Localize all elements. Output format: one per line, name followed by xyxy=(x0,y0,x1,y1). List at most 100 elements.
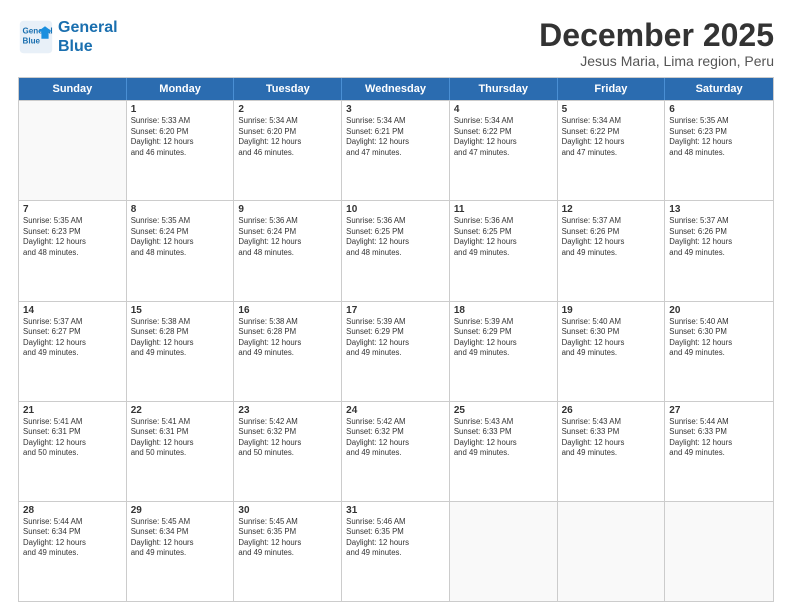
day-info: Sunrise: 5:33 AM Sunset: 6:20 PM Dayligh… xyxy=(131,116,230,158)
day-cell-8: 8Sunrise: 5:35 AM Sunset: 6:24 PM Daylig… xyxy=(127,201,235,300)
logo: General Blue General Blue xyxy=(18,18,118,56)
calendar-row-5: 28Sunrise: 5:44 AM Sunset: 6:34 PM Dayli… xyxy=(19,501,773,601)
day-number: 29 xyxy=(131,505,230,516)
calendar-row-1: 1Sunrise: 5:33 AM Sunset: 6:20 PM Daylig… xyxy=(19,100,773,200)
day-number: 2 xyxy=(238,104,337,115)
day-cell-21: 21Sunrise: 5:41 AM Sunset: 6:31 PM Dayli… xyxy=(19,402,127,501)
calendar-body: 1Sunrise: 5:33 AM Sunset: 6:20 PM Daylig… xyxy=(19,100,773,601)
day-cell-9: 9Sunrise: 5:36 AM Sunset: 6:24 PM Daylig… xyxy=(234,201,342,300)
day-cell-empty xyxy=(450,502,558,601)
day-number: 18 xyxy=(454,305,553,316)
calendar-row-3: 14Sunrise: 5:37 AM Sunset: 6:27 PM Dayli… xyxy=(19,301,773,401)
day-cell-13: 13Sunrise: 5:37 AM Sunset: 6:26 PM Dayli… xyxy=(665,201,773,300)
header-day-friday: Friday xyxy=(558,78,666,100)
day-info: Sunrise: 5:44 AM Sunset: 6:33 PM Dayligh… xyxy=(669,417,769,459)
day-cell-23: 23Sunrise: 5:42 AM Sunset: 6:32 PM Dayli… xyxy=(234,402,342,501)
day-cell-28: 28Sunrise: 5:44 AM Sunset: 6:34 PM Dayli… xyxy=(19,502,127,601)
day-cell-27: 27Sunrise: 5:44 AM Sunset: 6:33 PM Dayli… xyxy=(665,402,773,501)
day-number: 7 xyxy=(23,204,122,215)
day-cell-15: 15Sunrise: 5:38 AM Sunset: 6:28 PM Dayli… xyxy=(127,302,235,401)
location-subtitle: Jesus Maria, Lima region, Peru xyxy=(539,53,774,69)
day-cell-31: 31Sunrise: 5:46 AM Sunset: 6:35 PM Dayli… xyxy=(342,502,450,601)
header-day-wednesday: Wednesday xyxy=(342,78,450,100)
day-info: Sunrise: 5:35 AM Sunset: 6:23 PM Dayligh… xyxy=(23,216,122,258)
day-info: Sunrise: 5:37 AM Sunset: 6:26 PM Dayligh… xyxy=(562,216,661,258)
day-cell-4: 4Sunrise: 5:34 AM Sunset: 6:22 PM Daylig… xyxy=(450,101,558,200)
day-cell-17: 17Sunrise: 5:39 AM Sunset: 6:29 PM Dayli… xyxy=(342,302,450,401)
day-info: Sunrise: 5:42 AM Sunset: 6:32 PM Dayligh… xyxy=(238,417,337,459)
logo-text: General Blue xyxy=(58,18,118,56)
header-day-monday: Monday xyxy=(127,78,235,100)
page: General Blue General Blue December 2025 … xyxy=(0,0,792,612)
day-info: Sunrise: 5:38 AM Sunset: 6:28 PM Dayligh… xyxy=(131,317,230,359)
day-info: Sunrise: 5:34 AM Sunset: 6:21 PM Dayligh… xyxy=(346,116,445,158)
day-cell-19: 19Sunrise: 5:40 AM Sunset: 6:30 PM Dayli… xyxy=(558,302,666,401)
day-info: Sunrise: 5:45 AM Sunset: 6:34 PM Dayligh… xyxy=(131,517,230,559)
day-cell-18: 18Sunrise: 5:39 AM Sunset: 6:29 PM Dayli… xyxy=(450,302,558,401)
day-cell-16: 16Sunrise: 5:38 AM Sunset: 6:28 PM Dayli… xyxy=(234,302,342,401)
day-number: 19 xyxy=(562,305,661,316)
day-number: 1 xyxy=(131,104,230,115)
day-cell-14: 14Sunrise: 5:37 AM Sunset: 6:27 PM Dayli… xyxy=(19,302,127,401)
day-cell-30: 30Sunrise: 5:45 AM Sunset: 6:35 PM Dayli… xyxy=(234,502,342,601)
day-number: 12 xyxy=(562,204,661,215)
day-cell-25: 25Sunrise: 5:43 AM Sunset: 6:33 PM Dayli… xyxy=(450,402,558,501)
day-number: 11 xyxy=(454,204,553,215)
day-info: Sunrise: 5:41 AM Sunset: 6:31 PM Dayligh… xyxy=(131,417,230,459)
day-info: Sunrise: 5:41 AM Sunset: 6:31 PM Dayligh… xyxy=(23,417,122,459)
day-number: 23 xyxy=(238,405,337,416)
day-cell-2: 2Sunrise: 5:34 AM Sunset: 6:20 PM Daylig… xyxy=(234,101,342,200)
day-info: Sunrise: 5:36 AM Sunset: 6:24 PM Dayligh… xyxy=(238,216,337,258)
day-cell-11: 11Sunrise: 5:36 AM Sunset: 6:25 PM Dayli… xyxy=(450,201,558,300)
day-info: Sunrise: 5:36 AM Sunset: 6:25 PM Dayligh… xyxy=(346,216,445,258)
day-cell-empty xyxy=(558,502,666,601)
day-cell-empty xyxy=(19,101,127,200)
title-block: December 2025 Jesus Maria, Lima region, … xyxy=(539,18,774,69)
day-number: 28 xyxy=(23,505,122,516)
header-day-saturday: Saturday xyxy=(665,78,773,100)
day-info: Sunrise: 5:45 AM Sunset: 6:35 PM Dayligh… xyxy=(238,517,337,559)
day-cell-29: 29Sunrise: 5:45 AM Sunset: 6:34 PM Dayli… xyxy=(127,502,235,601)
day-info: Sunrise: 5:34 AM Sunset: 6:22 PM Dayligh… xyxy=(562,116,661,158)
day-number: 17 xyxy=(346,305,445,316)
day-number: 3 xyxy=(346,104,445,115)
day-info: Sunrise: 5:46 AM Sunset: 6:35 PM Dayligh… xyxy=(346,517,445,559)
day-cell-20: 20Sunrise: 5:40 AM Sunset: 6:30 PM Dayli… xyxy=(665,302,773,401)
day-cell-12: 12Sunrise: 5:37 AM Sunset: 6:26 PM Dayli… xyxy=(558,201,666,300)
day-number: 9 xyxy=(238,204,337,215)
day-info: Sunrise: 5:39 AM Sunset: 6:29 PM Dayligh… xyxy=(346,317,445,359)
day-cell-10: 10Sunrise: 5:36 AM Sunset: 6:25 PM Dayli… xyxy=(342,201,450,300)
day-info: Sunrise: 5:35 AM Sunset: 6:24 PM Dayligh… xyxy=(131,216,230,258)
calendar: SundayMondayTuesdayWednesdayThursdayFrid… xyxy=(18,77,774,602)
day-info: Sunrise: 5:37 AM Sunset: 6:26 PM Dayligh… xyxy=(669,216,769,258)
day-number: 26 xyxy=(562,405,661,416)
day-cell-26: 26Sunrise: 5:43 AM Sunset: 6:33 PM Dayli… xyxy=(558,402,666,501)
day-number: 30 xyxy=(238,505,337,516)
day-number: 14 xyxy=(23,305,122,316)
header-day-sunday: Sunday xyxy=(19,78,127,100)
day-info: Sunrise: 5:35 AM Sunset: 6:23 PM Dayligh… xyxy=(669,116,769,158)
day-info: Sunrise: 5:37 AM Sunset: 6:27 PM Dayligh… xyxy=(23,317,122,359)
day-number: 13 xyxy=(669,204,769,215)
day-info: Sunrise: 5:43 AM Sunset: 6:33 PM Dayligh… xyxy=(562,417,661,459)
day-cell-5: 5Sunrise: 5:34 AM Sunset: 6:22 PM Daylig… xyxy=(558,101,666,200)
day-cell-empty xyxy=(665,502,773,601)
day-info: Sunrise: 5:34 AM Sunset: 6:20 PM Dayligh… xyxy=(238,116,337,158)
day-number: 10 xyxy=(346,204,445,215)
day-info: Sunrise: 5:38 AM Sunset: 6:28 PM Dayligh… xyxy=(238,317,337,359)
header: General Blue General Blue December 2025 … xyxy=(18,18,774,69)
day-number: 16 xyxy=(238,305,337,316)
calendar-row-2: 7Sunrise: 5:35 AM Sunset: 6:23 PM Daylig… xyxy=(19,200,773,300)
day-info: Sunrise: 5:44 AM Sunset: 6:34 PM Dayligh… xyxy=(23,517,122,559)
day-cell-7: 7Sunrise: 5:35 AM Sunset: 6:23 PM Daylig… xyxy=(19,201,127,300)
day-info: Sunrise: 5:43 AM Sunset: 6:33 PM Dayligh… xyxy=(454,417,553,459)
day-number: 31 xyxy=(346,505,445,516)
day-number: 20 xyxy=(669,305,769,316)
calendar-header: SundayMondayTuesdayWednesdayThursdayFrid… xyxy=(19,78,773,100)
svg-text:Blue: Blue xyxy=(23,36,41,45)
day-info: Sunrise: 5:34 AM Sunset: 6:22 PM Dayligh… xyxy=(454,116,553,158)
day-info: Sunrise: 5:40 AM Sunset: 6:30 PM Dayligh… xyxy=(669,317,769,359)
day-number: 24 xyxy=(346,405,445,416)
day-number: 21 xyxy=(23,405,122,416)
day-number: 15 xyxy=(131,305,230,316)
